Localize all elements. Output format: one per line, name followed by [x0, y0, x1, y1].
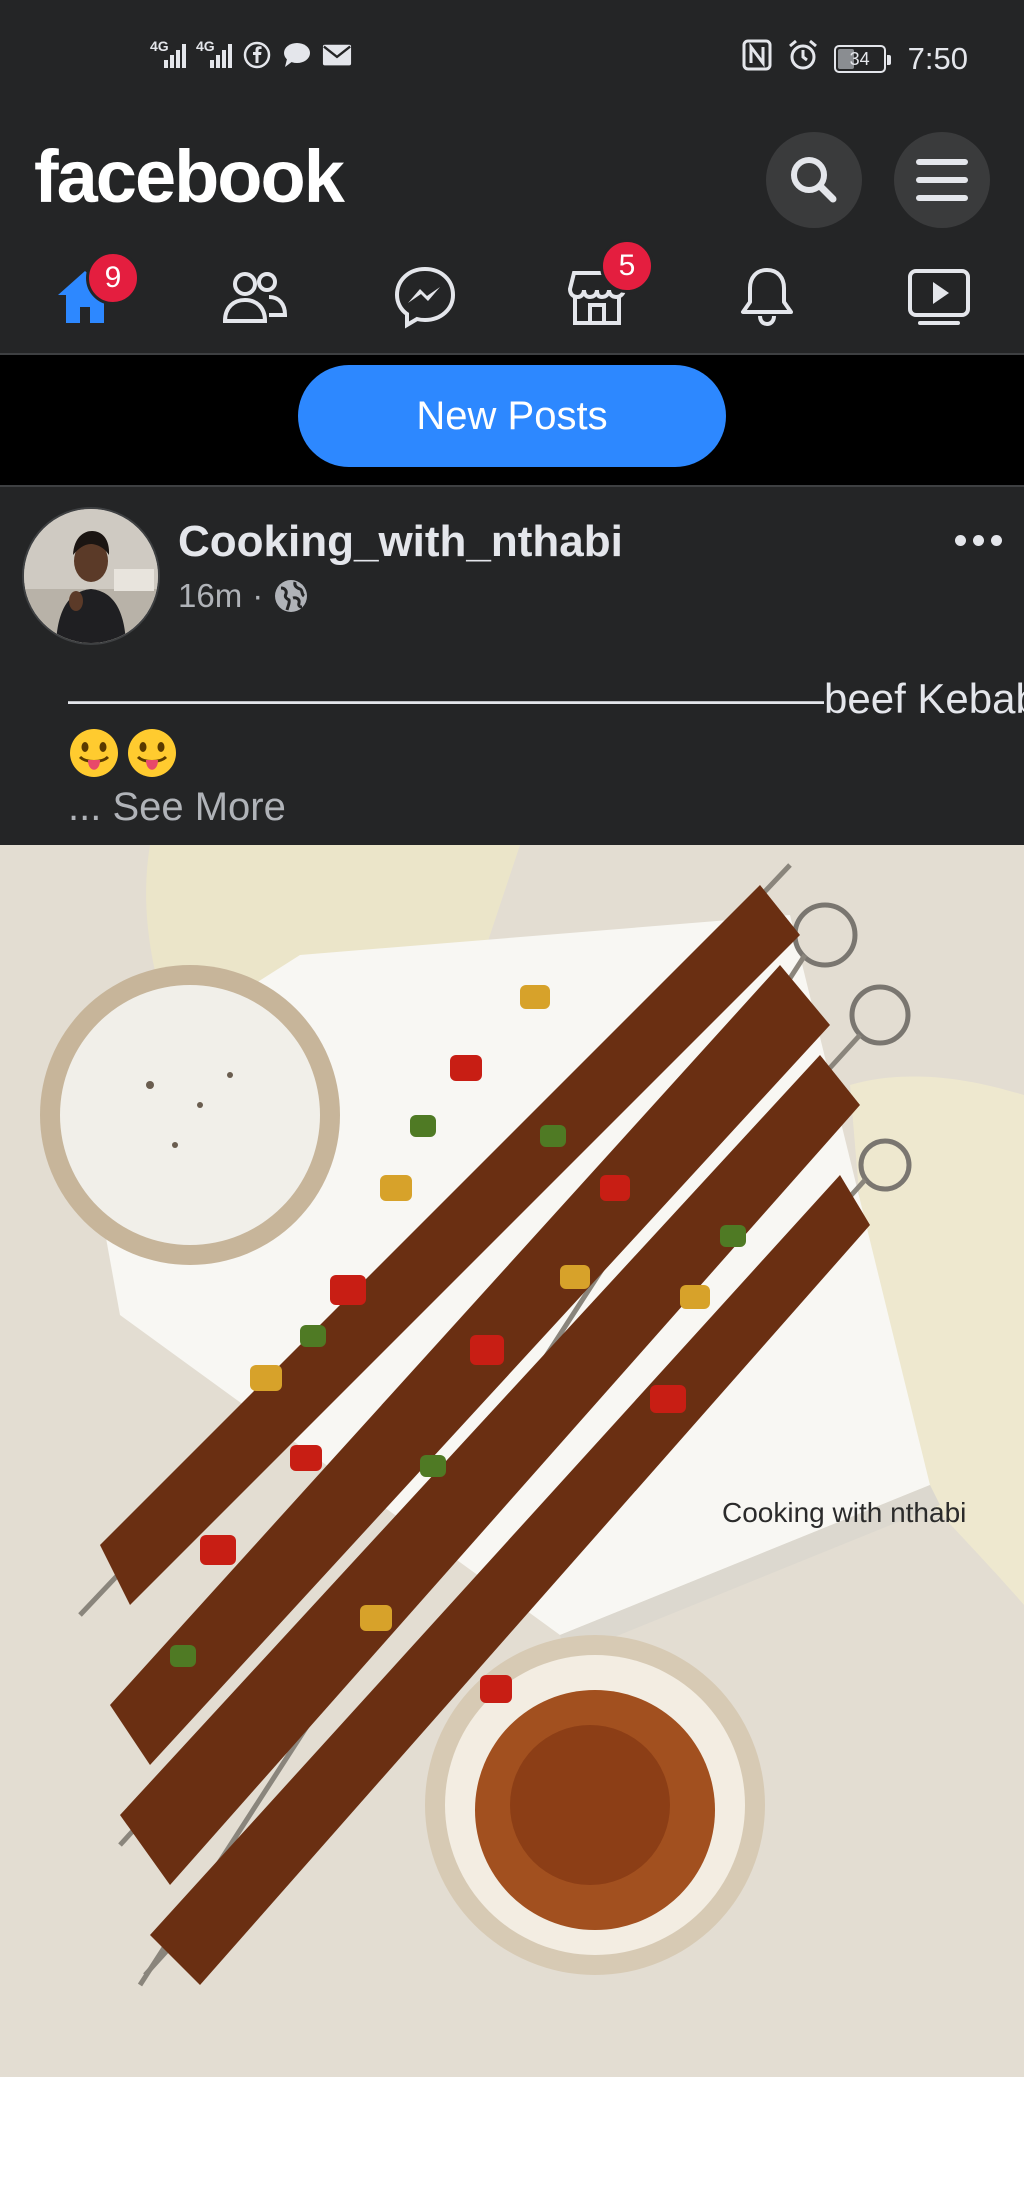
tongue-emoji-icon: [70, 729, 118, 777]
chat-bubble-icon: [282, 40, 312, 70]
friends-icon: [222, 272, 288, 323]
tab-home[interactable]: 9: [0, 239, 170, 355]
photo-watermark: Cooking with nthabi: [722, 1497, 967, 1528]
post-text: ——————————————————beef Kebabs: [68, 675, 1024, 722]
facebook-logo[interactable]: facebook: [34, 115, 345, 239]
signal-icon: 4G: [150, 38, 186, 68]
messenger-icon: [394, 266, 456, 329]
post-meta: 16m ·: [178, 577, 309, 615]
new-posts-button[interactable]: New Posts: [298, 365, 726, 467]
food-photo: [0, 845, 1024, 2077]
new-posts-bar: New Posts: [0, 355, 1024, 485]
avatar[interactable]: [22, 507, 160, 645]
battery-icon: 34: [833, 45, 891, 73]
search-button[interactable]: [766, 132, 862, 228]
post-author[interactable]: Cooking_with_nthabi: [178, 517, 623, 567]
video-icon: [908, 269, 970, 325]
tab-bar: 9 5: [0, 239, 1024, 355]
post-time[interactable]: 16m: [178, 577, 242, 615]
app-header: facebook: [0, 115, 1024, 239]
marketplace-badge: 5: [600, 239, 654, 293]
facebook-icon: [242, 40, 272, 70]
see-more-link[interactable]: ... See More: [68, 785, 286, 830]
status-bar: 4G 4G 34 7:50: [0, 0, 1024, 115]
clock: 7:50: [907, 41, 968, 76]
signal-icon-2: 4G: [196, 38, 232, 68]
network-label: 4G: [150, 38, 169, 54]
mail-icon: [322, 40, 352, 70]
status-left: 4G 4G: [150, 38, 352, 70]
post-photo[interactable]: Cooking with nthabi: [0, 845, 1024, 2077]
menu-icon: [916, 159, 968, 201]
tab-friends[interactable]: [170, 239, 340, 355]
globe-icon: [275, 580, 308, 612]
tongue-emoji-icon-2: [128, 729, 176, 777]
network-label-2: 4G: [196, 38, 215, 54]
home-badge: 9: [86, 251, 140, 305]
alarm-icon: [786, 38, 820, 80]
status-right: 34 7:50: [742, 38, 968, 80]
post-options-button[interactable]: [955, 535, 1002, 546]
meta-separator: ·: [252, 577, 264, 614]
nfc-icon: [742, 39, 772, 79]
tab-marketplace[interactable]: 5: [512, 239, 682, 355]
tab-messenger[interactable]: [340, 239, 510, 355]
post-card: Cooking_with_nthabi 16m · ——————————————…: [0, 485, 1024, 845]
battery-level: 34: [849, 48, 870, 69]
search-icon: [791, 157, 837, 203]
bell-icon: [741, 268, 793, 327]
tab-notifications[interactable]: [682, 239, 852, 355]
tab-watch[interactable]: [854, 239, 1024, 355]
post-emojis: [68, 727, 178, 779]
menu-button[interactable]: [894, 132, 990, 228]
